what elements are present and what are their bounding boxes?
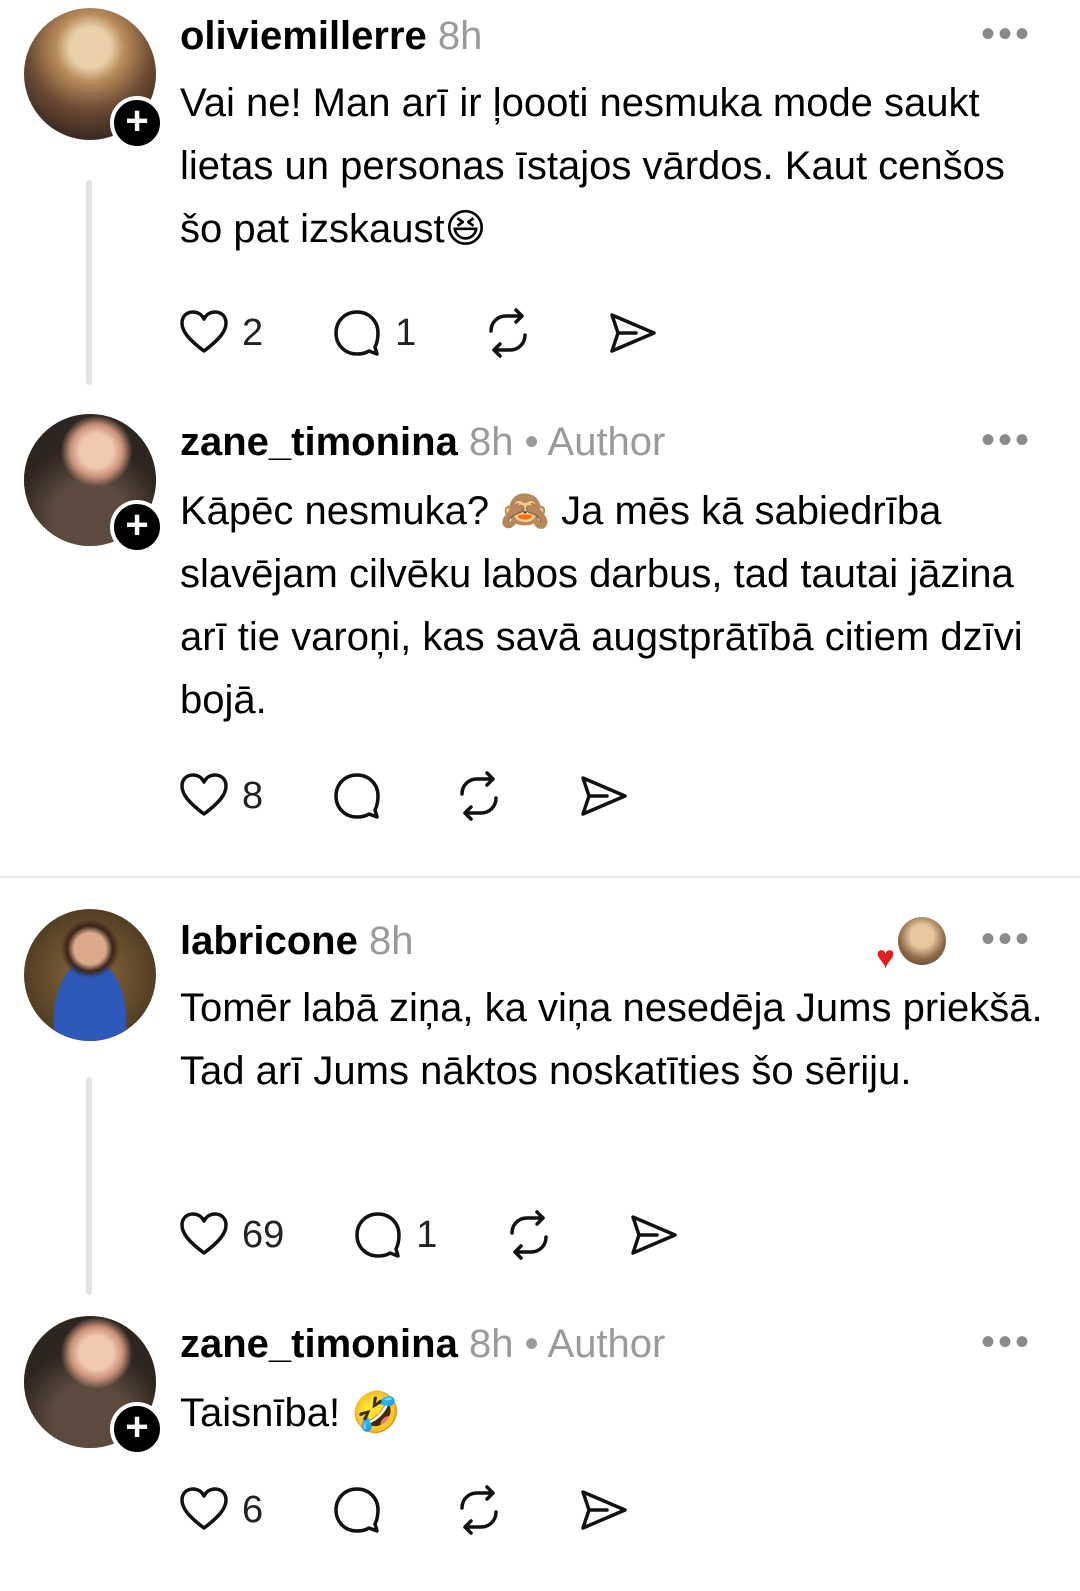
comment-icon [334,1487,380,1533]
share-icon [581,776,627,816]
repost-button[interactable] [482,303,534,363]
post-3: labricone 8h ♥ ••• Tomēr labā ziņa, ka v… [0,895,1080,1300]
thread-line [86,180,92,385]
liked-by-author-avatar [898,917,946,965]
action-bar: 2 1 [178,303,658,363]
post-header: zane_timonina 8h • Author [180,1320,665,1368]
reply-button[interactable]: 1 [331,303,416,363]
like-button[interactable]: 8 [178,766,263,826]
action-bar: 6 [178,1480,629,1540]
more-icon[interactable]: ••• [981,1322,1032,1362]
like-count: 8 [242,774,264,817]
reply-count: 1 [395,311,417,354]
post-text: Taisnība! 🤣 [180,1391,402,1435]
like-count: 2 [242,311,264,354]
follow-plus-icon[interactable]: + [110,1402,164,1456]
post-text: Tomēr labā ziņa, ka viņa nesedēja Jums p… [180,986,1043,1093]
repost-button[interactable] [503,1205,555,1265]
timestamp: 8h [437,14,483,58]
post-header: oliviemillerre 8h [180,12,482,60]
reply-count: 1 [416,1213,438,1256]
reply-button[interactable] [331,1480,383,1540]
repost-icon [489,308,528,358]
post-text: Kāpēc nesmuka? 🙈 Ja mēs kā sabiedrība sl… [180,489,1023,722]
more-icon[interactable]: ••• [981,420,1032,460]
post-header: labricone 8h [180,917,413,965]
repost-icon [460,1485,498,1535]
post-1: + oliviemillerre 8h ••• Vai ne! Man arī … [0,0,1080,395]
heart-icon [180,1487,228,1530]
comment-icon [355,1212,402,1258]
avatar[interactable] [24,909,156,1041]
repost-icon [460,771,498,821]
post-header: zane_timonina 8h • Author [180,418,665,466]
share-icon [610,313,657,353]
action-bar: 8 [178,766,629,826]
share-icon [581,1490,627,1530]
separator: • [524,1322,539,1366]
repost-button[interactable] [453,1480,505,1540]
share-button[interactable] [627,1205,679,1265]
separator: • [524,420,539,464]
username[interactable]: labricone [180,919,358,963]
post-2: + zane_timonina 8h • Author ••• Kāpēc ne… [0,400,1080,860]
follow-plus-icon[interactable]: + [110,96,164,150]
comment-icon [334,310,380,356]
heart-icon [180,310,228,353]
action-bar: 69 1 [178,1205,679,1265]
like-count: 69 [242,1213,285,1256]
share-button[interactable] [577,766,629,826]
reply-button[interactable]: 1 [352,1205,437,1265]
reply-button[interactable] [331,766,383,826]
thread-line [86,1077,92,1295]
comment-icon [334,773,380,819]
post-text: Vai ne! Man arī ir ļoooti nesmuka mode s… [180,81,1005,251]
follow-plus-icon[interactable]: + [110,500,164,554]
more-icon[interactable]: ••• [981,919,1032,959]
share-button[interactable] [577,1480,629,1540]
timestamp: 8h [368,919,414,963]
more-icon[interactable]: ••• [981,14,1032,54]
heart-icon [180,1212,228,1255]
like-button[interactable]: 69 [178,1205,284,1265]
username[interactable]: zane_timonina [180,1322,458,1366]
thread-divider [0,876,1080,878]
author-label: Author [547,420,666,464]
username[interactable]: zane_timonina [180,420,458,464]
username[interactable]: oliviemillerre [180,14,427,58]
author-label: Author [547,1322,666,1366]
like-count: 6 [242,1488,264,1531]
like-button[interactable]: 2 [178,303,263,363]
heart-icon [180,773,228,816]
repost-icon [510,1210,549,1260]
share-icon [631,1215,678,1255]
share-button[interactable] [606,303,658,363]
post-4: + zane_timonina 8h • Author ••• Taisnība… [0,1300,1080,1591]
timestamp: 8h [468,420,514,464]
like-button[interactable]: 6 [178,1480,263,1540]
timestamp: 8h [468,1322,514,1366]
repost-button[interactable] [453,766,505,826]
heart-badge-icon: ♥ [876,939,895,975]
